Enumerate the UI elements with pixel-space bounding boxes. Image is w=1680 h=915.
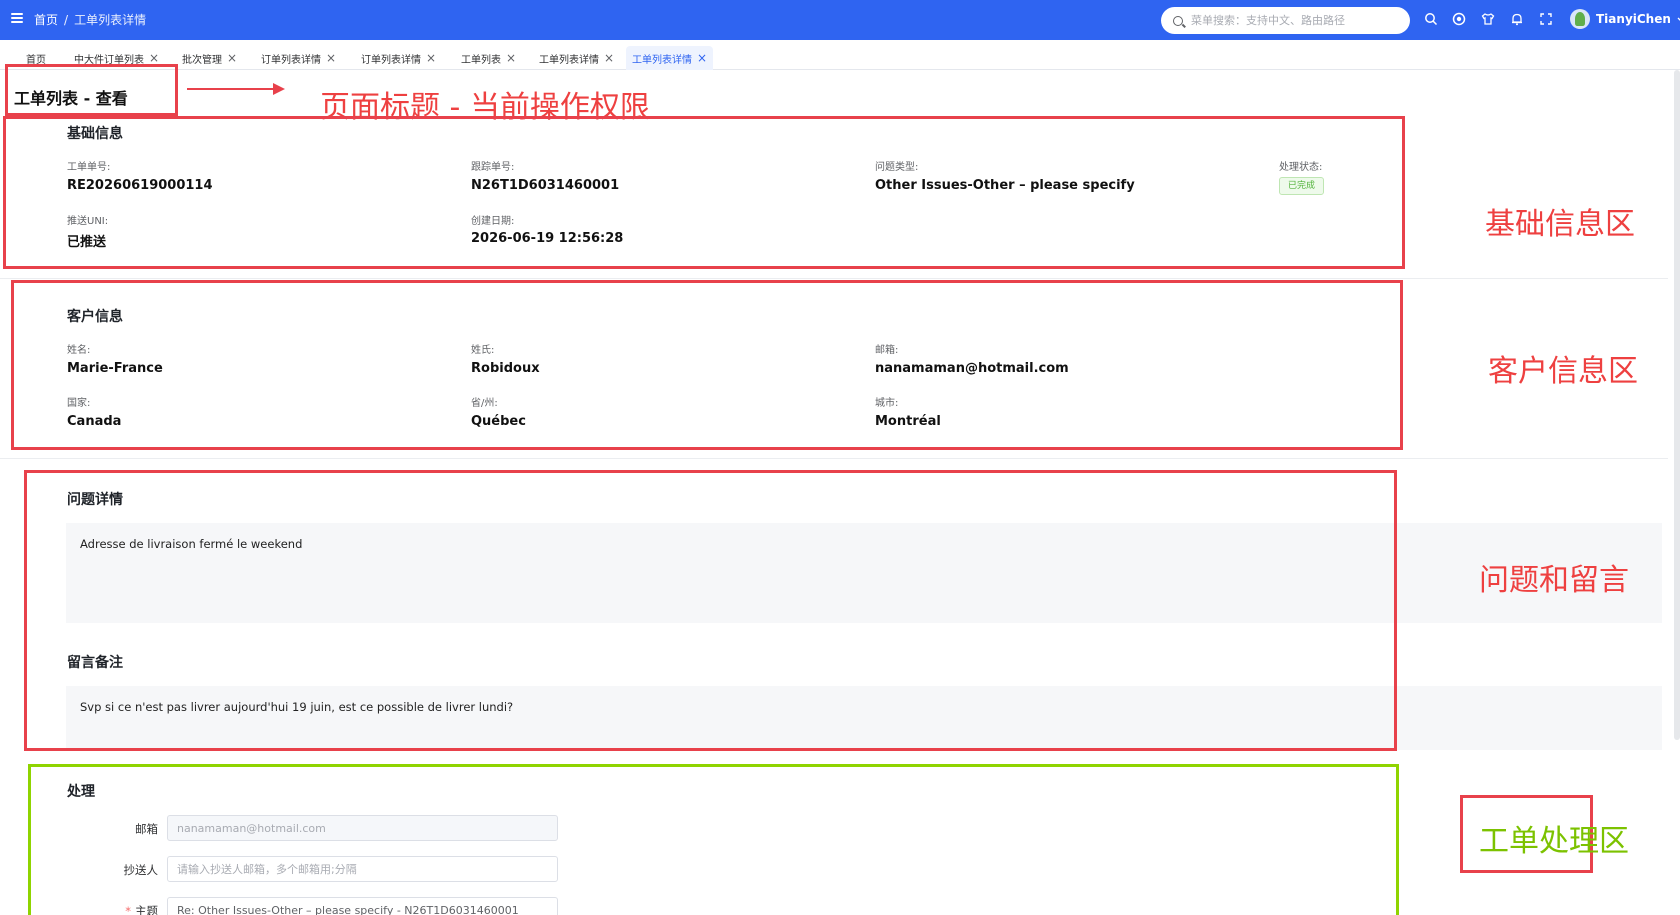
basic-area-annotation: 基础信息区 [1485,207,1635,242]
close-icon[interactable]: × [426,51,436,65]
github-icon[interactable] [1452,12,1466,26]
issue-area-annotation: 问题和留言 [1479,563,1629,598]
tab-bar: 首页 中大件订单列表 × 批次管理 × 订单列表详情 × 订单列表详情 × 工单列表 × … [0,40,1680,70]
annotation-arrow [187,83,285,95]
tab-ticket-detail-1[interactable]: 工单列表详情 × [533,46,620,70]
top-header: 首页 / 工单列表详情 TianyiChen [0,0,1680,40]
user-menu[interactable]: TianyiChen [1570,9,1680,29]
issue-highlight-box [24,470,1397,751]
tab-ticket-detail-active[interactable]: 工单列表详情 × [626,46,714,70]
fullscreen-icon[interactable] [1539,12,1553,26]
tab-label: 订单列表详情 [361,54,421,66]
close-icon[interactable]: × [506,51,516,65]
basic-info-highlight-box [3,116,1405,269]
breadcrumb-home[interactable]: 首页 [34,11,58,28]
menu-search-input[interactable] [1191,14,1391,27]
close-icon[interactable]: × [697,51,707,65]
tab-label: 工单列表 [461,54,501,66]
processing-highlight-box [28,764,1399,915]
breadcrumb-current: 工单列表详情 [74,13,147,27]
breadcrumb-separator: / [64,12,69,27]
close-icon[interactable]: × [326,51,336,65]
close-icon[interactable]: × [227,51,237,65]
theme-shirt-icon[interactable] [1481,12,1495,26]
search-icon [1173,15,1183,26]
avatar [1570,9,1590,29]
tab-label: 工单列表详情 [632,54,692,66]
hamburger-menu-icon[interactable] [11,13,23,23]
tab-order-detail-2[interactable]: 订单列表详情 × [355,46,442,70]
username: TianyiChen [1596,12,1671,26]
notification-bell-icon[interactable] [1510,12,1524,26]
tab-order-detail-1[interactable]: 订单列表详情 × [255,46,342,70]
page-title-highlight-box [5,64,178,116]
close-icon[interactable]: × [604,51,614,65]
tab-label: 订单列表详情 [261,54,321,66]
section-divider [0,458,1668,459]
processing-area-annotation: 工单处理区 [1479,824,1629,859]
tab-batch-management[interactable]: 批次管理 × [176,46,243,70]
close-icon[interactable]: × [149,51,159,65]
page-scrollbar[interactable] [1674,70,1680,740]
menu-search[interactable] [1161,7,1410,34]
customer-area-annotation: 客户信息区 [1488,354,1638,389]
breadcrumb: 首页 / 工单列表详情 [34,11,146,28]
tab-ticket-list[interactable]: 工单列表 × [455,46,522,70]
section-divider [0,278,1668,279]
search-toggle-icon[interactable] [1424,12,1438,26]
tab-label: 批次管理 [182,54,222,66]
customer-info-highlight-box [11,280,1403,450]
tab-label: 工单列表详情 [539,54,599,66]
